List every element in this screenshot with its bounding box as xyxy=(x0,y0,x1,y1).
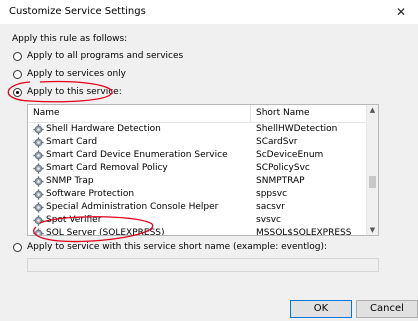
radio-all-programs-label[interactable]: Apply to all programs and services xyxy=(27,51,183,61)
service-row[interactable]: Spot Verifier svsvc xyxy=(28,214,368,227)
window-title: Customize Service Settings xyxy=(9,6,146,17)
service-row[interactable]: Smart Card SCardSvr xyxy=(28,136,368,149)
service-row[interactable]: Smart Card Removal Policy SCPolicySvc xyxy=(28,162,368,175)
service-name: SNMP Trap xyxy=(46,176,94,186)
service-short-name: svsvc xyxy=(256,215,281,225)
radio-all-programs[interactable] xyxy=(13,52,22,61)
service-row[interactable]: Special Administration Console Helper sac… xyxy=(28,201,368,214)
gear-icon xyxy=(33,202,44,213)
ok-button[interactable]: OK xyxy=(290,300,352,318)
service-short-name: sppsvc xyxy=(256,189,288,199)
column-header-name[interactable]: Name xyxy=(33,108,60,118)
service-short-name: SCPolicySvc xyxy=(256,163,310,173)
service-short-name: ScDeviceEnum xyxy=(256,150,324,160)
service-name: Shell Hardware Detection xyxy=(46,124,161,134)
service-short-name: ShellHWDetection xyxy=(256,124,338,134)
close-icon[interactable]: ✕ xyxy=(390,3,412,21)
service-short-name: SCardSvr xyxy=(256,137,298,147)
gear-icon xyxy=(33,150,44,161)
service-name: Smart Card Removal Policy xyxy=(46,163,168,173)
scroll-down-icon[interactable]: ▼ xyxy=(367,225,378,235)
service-name: Spot Verifier xyxy=(46,215,102,225)
radio-services-only[interactable] xyxy=(13,70,22,79)
service-name: Smart Card xyxy=(46,137,98,147)
service-row[interactable]: Shell Hardware Detection ShellHWDetection xyxy=(28,123,368,136)
service-name: Smart Card Device Enumeration Service xyxy=(46,150,228,160)
gear-icon xyxy=(33,215,44,226)
gear-icon xyxy=(33,189,44,200)
services-list[interactable]: Name Short Name Shell Hardware Detection… xyxy=(27,104,379,236)
service-row[interactable]: SNMP Trap SNMPTRAP xyxy=(28,175,368,188)
scroll-up-icon[interactable]: ▲ xyxy=(367,105,378,115)
gear-icon xyxy=(33,137,44,148)
gear-icon xyxy=(33,228,44,235)
service-row[interactable]: Smart Card Device Enumeration Service ScD… xyxy=(28,149,368,162)
radio-this-service-label[interactable]: Apply to this service: xyxy=(27,87,122,97)
apply-rule-label: Apply this rule as follows: xyxy=(12,34,128,44)
service-name: SQL Server (SQLEXPRESS) xyxy=(46,228,165,236)
vertical-scrollbar[interactable]: ▲ ▼ xyxy=(366,105,378,235)
gear-icon xyxy=(33,163,44,174)
title-bar: Customize Service Settings ✕ xyxy=(0,0,418,24)
service-short-name: MSSQL$SQLEXPRESS xyxy=(256,228,352,236)
service-short-name: SNMPTRAP xyxy=(256,176,305,186)
scroll-thumb[interactable] xyxy=(369,176,376,188)
service-row[interactable]: SQL Server (SQLEXPRESS) MSSQL$SQLEXPRESS xyxy=(28,227,368,236)
radio-services-only-label[interactable]: Apply to services only xyxy=(27,69,126,79)
column-header-short-name[interactable]: Short Name xyxy=(256,108,310,118)
service-row[interactable]: Software Protection sppsvc xyxy=(28,188,368,201)
radio-short-name[interactable] xyxy=(13,243,22,252)
radio-this-service[interactable] xyxy=(13,88,22,97)
service-name: Special Administration Console Helper xyxy=(46,202,219,212)
list-header: Name Short Name xyxy=(28,105,368,123)
column-divider[interactable] xyxy=(250,105,251,122)
gear-icon xyxy=(33,124,44,135)
radio-short-name-label[interactable]: Apply to service with this service short… xyxy=(27,242,327,252)
cancel-button[interactable]: Cancel xyxy=(356,300,418,318)
short-name-input[interactable] xyxy=(27,258,379,272)
service-name: Software Protection xyxy=(46,189,135,199)
gear-icon xyxy=(33,176,44,187)
service-short-name: sacsvr xyxy=(256,202,285,212)
